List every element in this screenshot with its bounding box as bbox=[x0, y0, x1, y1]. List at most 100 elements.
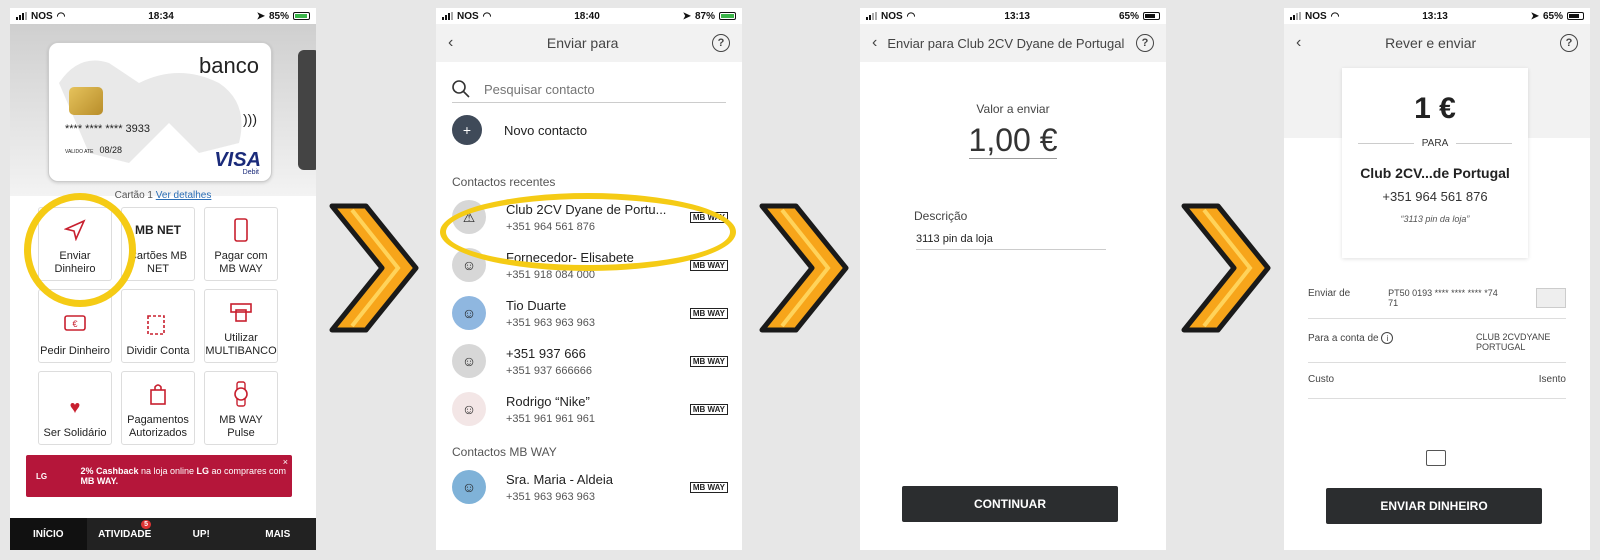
mbway-contacts-header: Contactos MB WAY bbox=[452, 445, 557, 459]
card-validity: VALIDO ATE 08/28 bbox=[65, 145, 122, 155]
status-time: 18:40 bbox=[574, 10, 600, 22]
send-to-screen: NOS◠ 18:40 ➤87% ‹ Enviar para ? +Novo co… bbox=[436, 8, 742, 550]
battery-icon bbox=[718, 12, 736, 20]
signal-icon bbox=[1290, 12, 1301, 20]
watch-icon bbox=[226, 380, 256, 408]
signal-icon bbox=[866, 12, 877, 20]
amount-label: Valor a enviar bbox=[976, 102, 1050, 116]
tab-up[interactable]: UP! bbox=[163, 518, 240, 550]
status-time: 18:34 bbox=[148, 10, 174, 22]
carrier: NOS bbox=[31, 10, 53, 22]
mbway-badge: MB WAY bbox=[689, 355, 728, 367]
chevron-right-icon bbox=[1181, 203, 1271, 333]
contact-row[interactable]: ☺ +351 937 666 +351 937 666666 MB WAY bbox=[436, 337, 742, 385]
lg-logo: LG bbox=[36, 471, 48, 481]
description-field[interactable]: 3113 pin da loja bbox=[916, 233, 1106, 250]
next-card-peek[interactable] bbox=[298, 50, 316, 170]
image-icon[interactable] bbox=[1426, 450, 1446, 466]
contact-row[interactable]: ☺ Rodrigo “Nike” +351 961 961 961 MB WAY bbox=[436, 385, 742, 433]
mbway-badge: MB WAY bbox=[689, 307, 728, 319]
new-contact-button[interactable]: + Novo contacto bbox=[452, 115, 726, 145]
close-icon[interactable]: × bbox=[283, 457, 288, 467]
promo-text: 2% Cashback na loja online LG ao comprar… bbox=[80, 466, 287, 486]
page-title: Rever e enviar bbox=[1385, 35, 1477, 51]
nav-header: ‹ Enviar para ? bbox=[436, 24, 742, 62]
amount-field[interactable]: 1,00 € bbox=[860, 122, 1166, 159]
promo-banner[interactable]: LG 2% Cashback na loja online LG ao comp… bbox=[26, 455, 292, 497]
phone-pay-icon bbox=[226, 216, 256, 244]
signal-icon bbox=[442, 12, 453, 20]
to-account-value: CLUB 2CVDYANE PORTUGAL bbox=[1476, 332, 1551, 352]
nav-header: ‹ Enviar para Club 2CV Dyane de Portugal… bbox=[860, 24, 1166, 62]
bottom-tab-bar: INÍCIO ATIVIDADE 5 UP! MAIS bbox=[10, 518, 316, 550]
contact-row[interactable]: ☺ Sra. Maria - Aldeia +351 963 963 963 MB W… bbox=[436, 463, 742, 511]
heart-hand-icon: ♥ bbox=[69, 396, 81, 417]
card-details-link[interactable]: Ver detalhes bbox=[156, 190, 212, 201]
mbway-badge: MB WAY bbox=[689, 403, 728, 415]
card-chip bbox=[69, 87, 103, 115]
contact-avatar: ☺ bbox=[452, 344, 486, 378]
wifi-icon: ◠ bbox=[56, 10, 66, 22]
location-icon: ➤ bbox=[682, 10, 691, 22]
tile-authorized-payments[interactable]: Pagamentos Autorizados bbox=[121, 371, 195, 445]
chevron-right-icon bbox=[759, 203, 849, 333]
status-bar: NOS ◠ 18:40 ➤ 87% bbox=[436, 8, 742, 24]
status-bar: NOS ◠ 13:13 ➤ 65% bbox=[1284, 8, 1590, 24]
bank-card[interactable]: banco ))) **** **** **** 3933 VALIDO ATE… bbox=[48, 42, 272, 182]
tile-split-bill[interactable]: Dividir Conta bbox=[121, 289, 195, 363]
nav-header: ‹ Rever e enviar ? bbox=[1284, 24, 1590, 62]
highlight-ellipse bbox=[440, 193, 736, 271]
from-account-value: PT50 0193 **** **** **** *74 71 bbox=[1388, 288, 1498, 308]
scissors-icon bbox=[143, 311, 173, 339]
amount-screen: NOS ◠ 13:13 65% ‹ Enviar para Club 2CV Dy… bbox=[860, 8, 1166, 550]
mbnet-icon: MB NET bbox=[135, 222, 181, 237]
summary-card: 1 € PARA Club 2CV...de Portugal +351 964… bbox=[1342, 68, 1528, 258]
status-time: 13:13 bbox=[1004, 10, 1030, 22]
svg-text:€: € bbox=[72, 319, 77, 329]
help-icon[interactable]: ? bbox=[1136, 34, 1154, 52]
home-screen: NOS ◠ 18:34 ➤ 85% banco ))) **** **** ****… bbox=[10, 8, 316, 550]
notification-badge: 5 bbox=[141, 520, 151, 529]
contact-row[interactable]: ☺ Tio Duarte +351 963 963 963 MB WAY bbox=[436, 289, 742, 337]
review-screen: NOS ◠ 13:13 ➤ 65% ‹ Rever e enviar ? 1 € P… bbox=[1284, 8, 1590, 550]
tab-atividade[interactable]: ATIVIDADE 5 bbox=[87, 518, 164, 550]
help-icon[interactable]: ? bbox=[712, 34, 730, 52]
tab-inicio[interactable]: INÍCIO bbox=[10, 518, 87, 550]
contact-avatar: ☺ bbox=[452, 296, 486, 330]
info-icon[interactable]: i bbox=[1381, 332, 1394, 344]
highlight-circle bbox=[24, 193, 136, 307]
tile-mbway-pulse[interactable]: MB WAY Pulse bbox=[204, 371, 278, 445]
card-type: Debit bbox=[242, 169, 259, 176]
add-user-icon: + bbox=[452, 115, 482, 145]
description-label: Descrição bbox=[914, 209, 968, 223]
chevron-right-icon bbox=[329, 203, 419, 333]
request-euro-icon: € bbox=[60, 311, 90, 339]
from-account-row: Enviar de PT50 0193 **** **** **** *74 71 bbox=[1308, 288, 1566, 308]
signal-icon bbox=[16, 12, 27, 20]
transfer-note: “3113 pin da loja” bbox=[1400, 214, 1470, 224]
status-bar: NOS ◠ 13:13 65% bbox=[860, 8, 1166, 24]
wifi-icon: ◠ bbox=[906, 10, 916, 22]
para-separator: PARA bbox=[1342, 138, 1528, 149]
tab-mais[interactable]: MAIS bbox=[240, 518, 317, 550]
help-icon[interactable]: ? bbox=[1560, 34, 1578, 52]
to-account-row: Para a conta de i CLUB 2CVDYANE PORTUGAL bbox=[1308, 332, 1566, 352]
mbway-badge: MB WAY bbox=[689, 259, 728, 271]
back-icon[interactable]: ‹ bbox=[872, 34, 877, 52]
continue-button[interactable]: CONTINUAR bbox=[902, 486, 1118, 522]
card-carousel[interactable]: banco ))) **** **** **** 3933 VALIDO ATE… bbox=[10, 24, 316, 196]
recent-contacts-header: Contactos recentes bbox=[452, 175, 556, 189]
search-icon bbox=[452, 80, 470, 98]
mbway-badge: MB WAY bbox=[689, 481, 728, 493]
tile-use-multibanco[interactable]: Utilizar MULTIBANCO bbox=[204, 289, 278, 363]
search-input[interactable] bbox=[484, 81, 704, 97]
tile-solidarity[interactable]: ♥ Ser Solidário bbox=[38, 371, 112, 445]
location-icon: ➤ bbox=[256, 10, 265, 22]
page-title: Enviar para Club 2CV Dyane de Portugal bbox=[887, 35, 1125, 51]
send-money-button[interactable]: ENVIAR DINHEIRO bbox=[1326, 488, 1542, 524]
location-icon: ➤ bbox=[1530, 10, 1539, 22]
card-thumbnail-icon bbox=[1536, 288, 1566, 308]
card-number: **** **** **** 3933 bbox=[65, 123, 151, 135]
tile-pay-mbway[interactable]: Pagar com MB WAY bbox=[204, 207, 278, 281]
battery-icon bbox=[1566, 12, 1584, 20]
